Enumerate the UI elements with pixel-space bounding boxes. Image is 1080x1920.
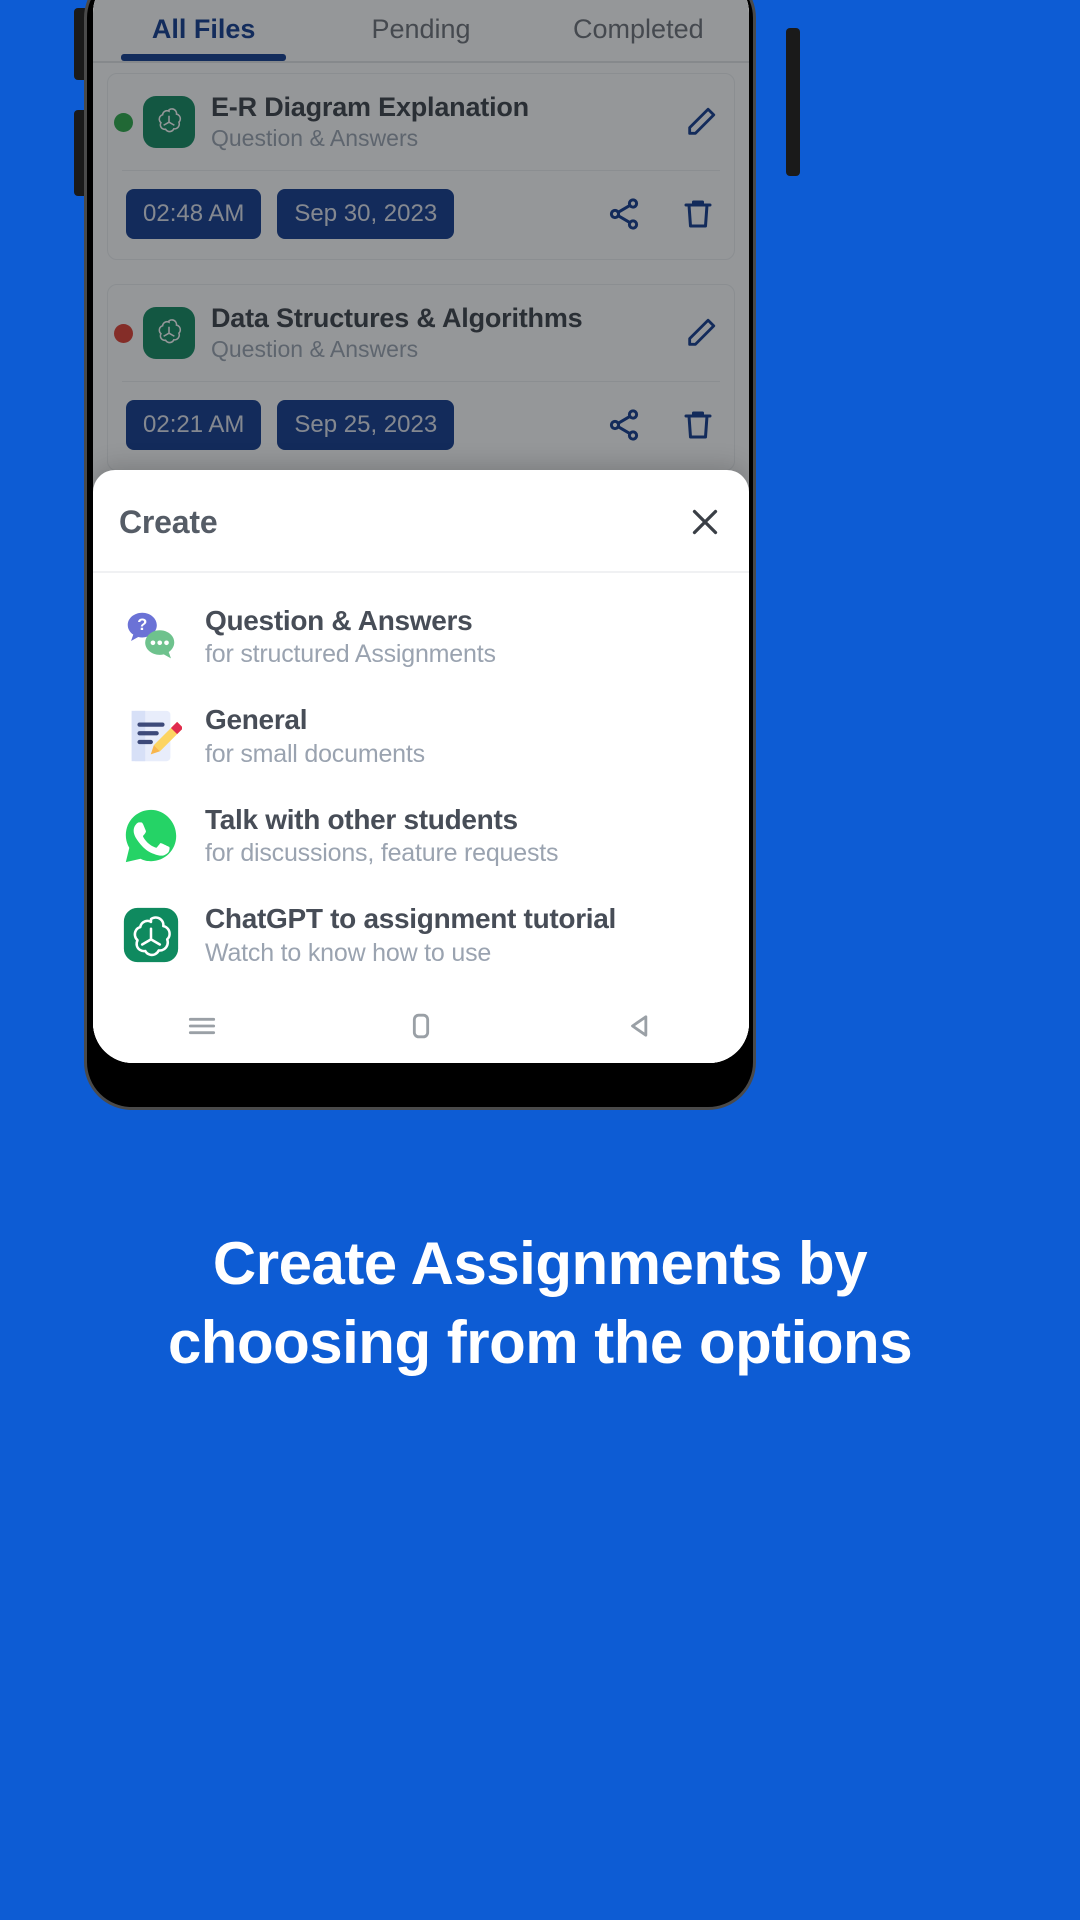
create-options-list: ? Question & Answers for structured Assi… <box>93 573 749 989</box>
time-chip: 02:48 AM <box>126 189 262 240</box>
tab-all-files[interactable]: All Files <box>95 14 312 61</box>
list-item-subtitle: for small documents <box>205 739 425 768</box>
file-title: Data Structures & Algorithms <box>211 303 583 334</box>
delete-trash-icon[interactable] <box>680 407 716 443</box>
android-navigation-bar <box>93 989 749 1063</box>
file-subtitle: Question & Answers <box>211 125 419 152</box>
chatgpt-icon <box>143 96 195 149</box>
tab-bar: All Files Pending Completed <box>93 0 749 61</box>
list-item-texts: ChatGPT to assignment tutorial Watch to … <box>205 902 616 968</box>
chatgpt-icon <box>143 307 195 360</box>
edit-pencil-icon[interactable] <box>684 316 718 350</box>
share-icon[interactable] <box>606 407 642 443</box>
list-item-title: Talk with other students <box>205 803 518 835</box>
delete-trash-icon[interactable] <box>680 196 716 232</box>
list-item-subtitle: for discussions, feature requests <box>205 839 559 868</box>
date-chip: Sep 30, 2023 <box>277 189 455 240</box>
file-row-texts: E-R Diagram Explanation Question & Answe… <box>211 92 684 152</box>
file-title: E-R Diagram Explanation <box>211 92 529 122</box>
list-item-title: Question & Answers <box>205 604 473 636</box>
list-item-texts: Talk with other students for discussions… <box>205 803 559 869</box>
list-item-subtitle: Watch to know how to use <box>205 939 492 967</box>
phone-screen: All Files Pending Completed E-R Diagram … <box>93 0 749 1063</box>
tab-completed-label: Completed <box>573 14 704 44</box>
list-item[interactable]: ? Question & Answers for structured Assi… <box>93 587 749 687</box>
list-item-title: ChatGPT to assignment tutorial <box>205 903 617 935</box>
tab-completed[interactable]: Completed <box>530 14 747 61</box>
list-item-texts: General for small documents <box>205 703 425 769</box>
list-item[interactable]: General for small documents <box>93 686 749 786</box>
chatgpt-icon <box>119 903 183 967</box>
list-item-subtitle: for structured Assignments <box>205 640 496 669</box>
status-badge <box>114 323 133 343</box>
tab-pending[interactable]: Pending <box>312 14 529 61</box>
general-document-icon <box>119 704 183 768</box>
file-row-footer: 02:21 AM Sep 25, 2023 <box>108 382 734 470</box>
status-badge <box>114 112 133 132</box>
share-icon[interactable] <box>606 196 642 232</box>
create-sheet-header: Create <box>93 470 749 571</box>
page-title: Create <box>119 503 218 540</box>
table-row[interactable]: Data Structures & Algorithms Question & … <box>107 284 735 472</box>
svg-text:?: ? <box>137 617 147 635</box>
home-square-icon[interactable] <box>401 1006 441 1046</box>
list-item-texts: Question & Answers for structured Assign… <box>205 604 496 670</box>
promo-caption: Create Assignments by choosing from the … <box>0 1225 1080 1382</box>
tab-all-files-label: All Files <box>151 14 256 44</box>
file-row-texts: Data Structures & Algorithms Question & … <box>211 303 684 363</box>
time-chip: 02:21 AM <box>126 400 262 451</box>
create-bottom-sheet: Create ? Question & Answers for structur… <box>93 469 749 1063</box>
list-item[interactable]: ChatGPT to assignment tutorial Watch to … <box>93 885 749 985</box>
phone-frame: All Files Pending Completed E-R Diagram … <box>84 0 756 1110</box>
back-triangle-icon[interactable] <box>620 1006 660 1046</box>
phone-side-button-right <box>786 28 800 176</box>
file-list: E-R Diagram Explanation Question & Answe… <box>93 63 749 472</box>
file-row-footer: 02:48 AM Sep 30, 2023 <box>108 171 734 259</box>
promo-caption-line-2: choosing from the options <box>167 1308 913 1376</box>
promo-caption-line-1: Create Assignments by <box>212 1230 868 1297</box>
list-item[interactable]: Talk with other students for discussions… <box>93 786 749 886</box>
table-row[interactable]: E-R Diagram Explanation Question & Answe… <box>107 73 735 261</box>
question-answers-icon: ? <box>119 604 183 668</box>
close-icon[interactable] <box>687 504 723 540</box>
whatsapp-icon <box>119 804 183 868</box>
list-item-title: General <box>205 704 308 736</box>
edit-pencil-icon[interactable] <box>684 105 718 139</box>
file-row-header[interactable]: Data Structures & Algorithms Question & … <box>108 285 734 381</box>
file-subtitle: Question & Answers <box>211 336 419 363</box>
tab-pending-label: Pending <box>371 14 471 44</box>
date-chip: Sep 25, 2023 <box>277 400 455 451</box>
file-row-header[interactable]: E-R Diagram Explanation Question & Answe… <box>108 74 734 170</box>
recents-menu-icon[interactable] <box>182 1006 222 1046</box>
